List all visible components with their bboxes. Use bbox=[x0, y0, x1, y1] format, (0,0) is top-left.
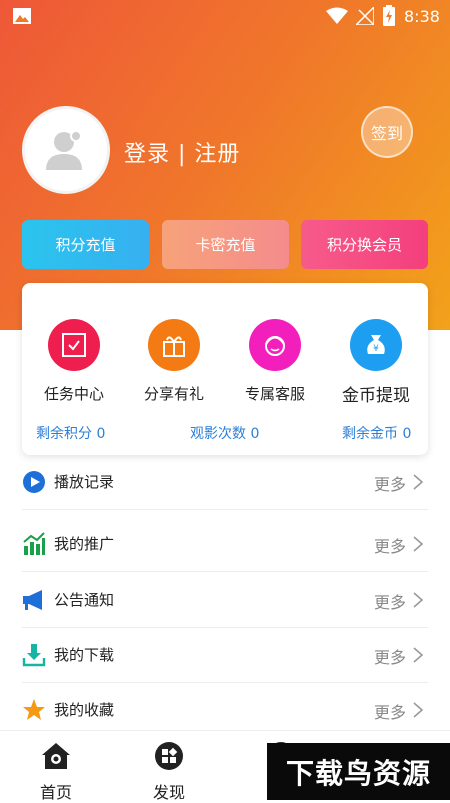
menu-item-play-history[interactable]: 播放记录 更多 bbox=[22, 454, 428, 510]
chevron-right-icon bbox=[413, 592, 424, 608]
tab-label: 发现 bbox=[152, 783, 185, 802]
more-link[interactable]: 更多 bbox=[374, 471, 406, 495]
tab-home[interactable]: 首页 bbox=[21, 741, 91, 803]
feature-coin-withdraw[interactable]: ¥ 金币提现 bbox=[326, 319, 426, 406]
chevron-right-icon bbox=[413, 474, 424, 490]
money-bag-icon: ¥ bbox=[350, 319, 402, 371]
menu-title: 我的推广 bbox=[54, 535, 115, 553]
menu-title: 播放记录 bbox=[54, 473, 115, 491]
chevron-right-icon bbox=[413, 702, 424, 718]
menu-title: 公告通知 bbox=[54, 591, 115, 609]
star-icon bbox=[23, 699, 45, 720]
points-recharge-button[interactable]: 积分充值 bbox=[22, 220, 149, 269]
feature-label: 分享有礼 bbox=[143, 385, 204, 403]
feature-label: 任务中心 bbox=[43, 385, 104, 403]
menu-item-announcements[interactable]: 公告通知 更多 bbox=[22, 572, 428, 628]
gift-icon bbox=[148, 319, 200, 371]
download-icon bbox=[22, 644, 46, 667]
tab-label: 首页 bbox=[39, 783, 72, 802]
battery-icon bbox=[383, 5, 395, 26]
user-placeholder-icon bbox=[46, 130, 82, 170]
chart-icon bbox=[23, 532, 45, 555]
feature-card: 任务中心 分享有礼 专属客服 ¥ 金币提现 剩余积分 0 观影次数 0 剩余金币… bbox=[22, 283, 428, 455]
feature-label: 专属客服 bbox=[244, 385, 305, 403]
more-link[interactable]: 更多 bbox=[374, 533, 406, 557]
play-icon bbox=[23, 471, 45, 493]
feature-customer-service[interactable]: 专属客服 bbox=[225, 319, 325, 404]
remaining-points: 剩余积分 0 bbox=[36, 426, 106, 442]
remaining-coins: 剩余金币 0 bbox=[342, 426, 412, 442]
more-link[interactable]: 更多 bbox=[374, 644, 406, 668]
home-icon bbox=[42, 743, 70, 769]
signal-icon bbox=[356, 7, 374, 25]
chevron-right-icon bbox=[413, 536, 424, 552]
menu-title: 我的下载 bbox=[54, 646, 115, 664]
wifi-icon bbox=[326, 7, 348, 24]
avatar[interactable] bbox=[22, 106, 110, 194]
more-link[interactable]: 更多 bbox=[374, 699, 406, 723]
view-count: 观影次数 0 bbox=[190, 426, 260, 442]
points-to-vip-button[interactable]: 积分换会员 bbox=[301, 220, 428, 269]
chevron-right-icon bbox=[413, 647, 424, 663]
svg-text:¥: ¥ bbox=[373, 344, 379, 354]
status-bar: 8:38 bbox=[0, 0, 450, 32]
signin-button[interactable]: 签到 bbox=[361, 106, 413, 158]
login-register-link[interactable]: 登录 | 注册 bbox=[124, 136, 240, 168]
status-time: 8:38 bbox=[404, 7, 440, 26]
menu-item-my-promotion[interactable]: 我的推广 更多 bbox=[22, 516, 428, 572]
service-icon bbox=[249, 319, 301, 371]
task-icon bbox=[48, 319, 100, 371]
feature-share-gift[interactable]: 分享有礼 bbox=[124, 319, 224, 404]
menu-title: 我的收藏 bbox=[54, 701, 115, 719]
tab-discover[interactable]: 发现 bbox=[134, 741, 204, 803]
discover-icon bbox=[155, 742, 183, 770]
more-link[interactable]: 更多 bbox=[374, 589, 406, 613]
card-recharge-button[interactable]: 卡密充值 bbox=[162, 220, 289, 269]
gallery-icon bbox=[13, 8, 31, 24]
watermark-logo: 下载鸟资源 bbox=[267, 743, 450, 800]
feature-label: 金币提现 bbox=[342, 386, 410, 406]
feature-task-center[interactable]: 任务中心 bbox=[24, 319, 124, 404]
megaphone-icon bbox=[23, 590, 42, 610]
menu-item-my-downloads[interactable]: 我的下载 更多 bbox=[22, 627, 428, 683]
